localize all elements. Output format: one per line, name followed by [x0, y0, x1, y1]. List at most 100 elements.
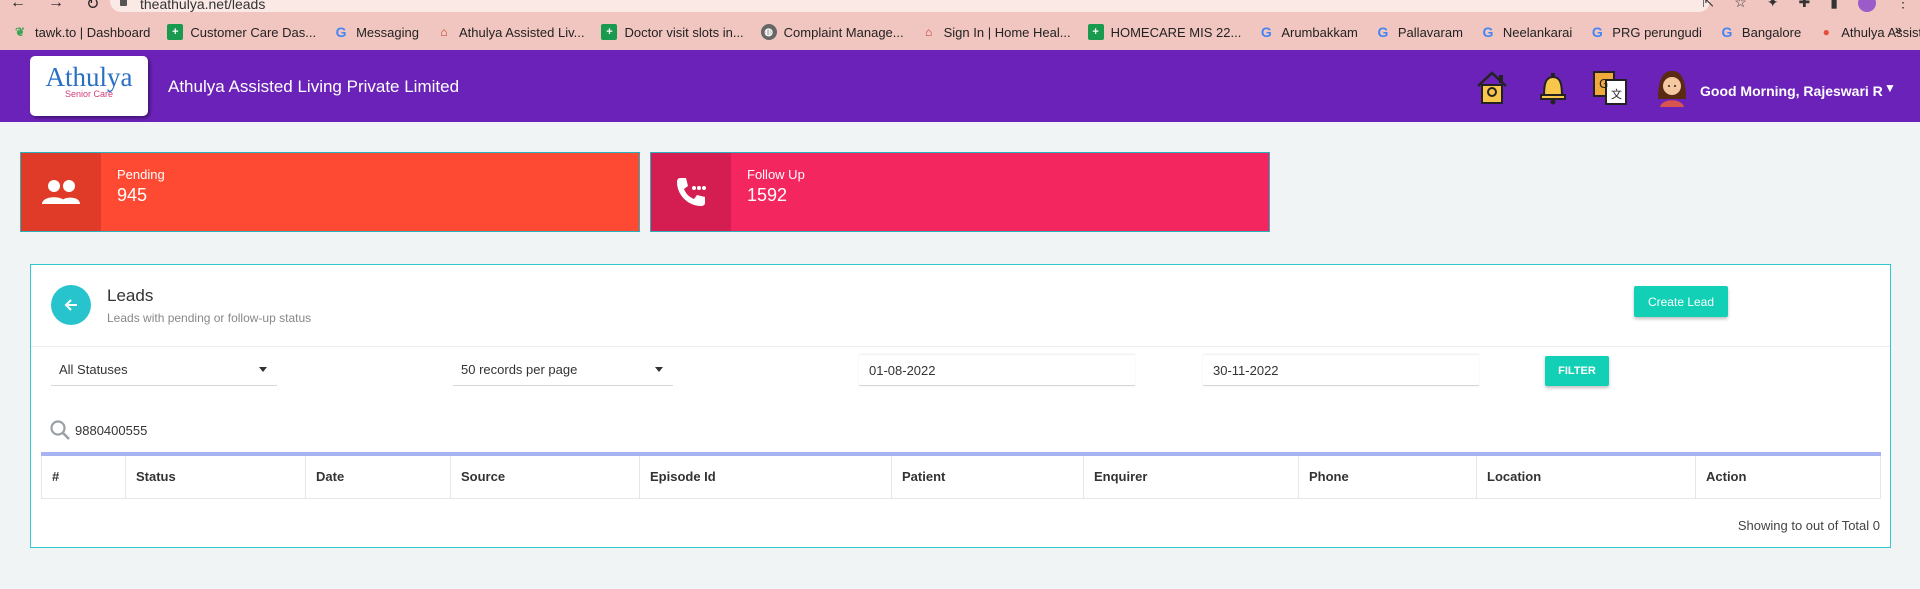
divider	[31, 346, 1890, 347]
column-header[interactable]: #	[41, 456, 126, 499]
page-subtitle: Leads with pending or follow-up status	[107, 311, 312, 325]
column-header[interactable]: Phone	[1298, 456, 1477, 499]
create-lead-button[interactable]: Create Lead	[1634, 286, 1728, 317]
column-header[interactable]: Source	[450, 456, 640, 499]
back-button[interactable]	[51, 285, 91, 325]
bookmark-item[interactable]: ❦ tawk.to | Dashboard	[12, 24, 150, 40]
bookmark-label: Customer Care Das...	[190, 24, 317, 40]
column-header[interactable]: Patient	[891, 456, 1084, 499]
sheets-icon: +	[167, 24, 184, 40]
home-care-icon[interactable]	[1474, 69, 1510, 107]
puzzle-icon[interactable]: ✚	[1799, 0, 1811, 12]
phone-icon	[651, 153, 731, 231]
avatar[interactable]	[1654, 69, 1690, 107]
page-title: Leads	[107, 286, 154, 305]
browser-actions: ⇱ ☆ ✦ ✚ ▮ ⋮	[1703, 0, 1910, 12]
house-icon: ⌂	[440, 25, 448, 39]
bookmark-item[interactable]: G Messaging	[333, 24, 419, 40]
bookmark-label: Neelankarai	[1502, 24, 1573, 40]
follow-up-label: Follow Up	[747, 167, 805, 182]
bookmark-item[interactable]: + HOMECARE MIS 22...	[1087, 24, 1241, 40]
leads-panel: Leads Leads with pending or follow-up st…	[30, 264, 1891, 548]
bookmark-label: Messaging	[356, 24, 419, 40]
search-input[interactable]: 9880400555	[75, 423, 147, 438]
translate-icon[interactable]: G 文	[1592, 69, 1628, 107]
house-icon: ⌂	[925, 25, 933, 39]
pagination-summary: Showing to out of Total 0	[1737, 518, 1880, 533]
google-icon: G	[1721, 24, 1733, 40]
follow-up-card[interactable]: Follow Up 1592	[650, 152, 1270, 232]
sidebar-icon[interactable]: ▮	[1830, 0, 1838, 12]
status-select[interactable]: All Statuses	[51, 354, 277, 386]
logo[interactable]: Athulya Senior Care	[30, 56, 148, 116]
svg-text:文: 文	[1611, 87, 1622, 101]
table-header-row: # Status Date Source Episode Id Patient …	[41, 456, 1881, 499]
column-header[interactable]: Enquirer	[1083, 456, 1299, 499]
bookmark-item[interactable]: G PRG perungudi	[1589, 24, 1702, 40]
arrow-left-icon	[64, 299, 77, 311]
bookmark-item[interactable]: + Doctor visit slots in...	[601, 24, 744, 40]
bookmarks-overflow-button[interactable]: »	[1895, 22, 1902, 37]
user-menu-caret-icon[interactable]: ▼	[1884, 81, 1896, 95]
map-pin-icon: ●	[1822, 25, 1830, 39]
records-per-page-select[interactable]: 50 records per page	[453, 354, 673, 386]
column-header[interactable]: Action	[1695, 456, 1881, 499]
share-icon[interactable]: ⇱	[1703, 0, 1715, 12]
google-icon: G	[1377, 24, 1389, 40]
bell-icon[interactable]	[1535, 69, 1571, 107]
menu-icon[interactable]: ⋮	[1896, 0, 1910, 12]
follow-up-value: 1592	[747, 185, 788, 205]
users-icon	[21, 153, 101, 231]
reload-icon[interactable]: ↻	[86, 0, 99, 14]
bookmark-item[interactable]: ● Athulya Assisted Liv...	[1818, 24, 1920, 40]
sheets-icon: +	[1087, 24, 1104, 40]
bookmark-item[interactable]: G Arumbakkam	[1258, 24, 1358, 40]
company-name: Athulya Assisted Living Private Limited	[168, 77, 460, 96]
bookmark-label: Athulya Assisted Liv...	[458, 24, 585, 40]
back-arrow-icon[interactable]: ←	[10, 0, 26, 14]
date-from-input[interactable]: 01-08-2022	[859, 354, 1135, 386]
column-header[interactable]: Location	[1476, 456, 1696, 499]
bookmark-item[interactable]: + Customer Care Das...	[167, 24, 316, 40]
caret-down-icon	[259, 367, 267, 372]
star-icon[interactable]: ☆	[1734, 0, 1747, 12]
pending-label: Pending	[117, 167, 165, 182]
filter-button[interactable]: FILTER	[1545, 356, 1609, 386]
column-header[interactable]: Status	[125, 456, 306, 499]
records-select-value: 50 records per page	[461, 362, 578, 377]
bookmark-label: PRG perungudi	[1612, 24, 1702, 40]
bookmark-item[interactable]: ◍ Complaint Manage...	[760, 24, 904, 40]
column-header[interactable]: Episode Id	[639, 456, 892, 499]
svg-text:G: G	[1599, 77, 1608, 91]
status-select-value: All Statuses	[59, 362, 128, 377]
greeting-text[interactable]: Good Morning, Rajeswari R	[1700, 83, 1883, 99]
bookmark-label: Complaint Manage...	[783, 24, 904, 40]
google-icon: G	[1482, 24, 1494, 40]
bookmark-item[interactable]: ⌂ Athulya Assisted Liv...	[436, 24, 585, 40]
search-box[interactable]: 9880400555	[49, 419, 147, 441]
profile-avatar[interactable]	[1858, 0, 1876, 12]
leaf-icon: ❦	[14, 25, 26, 39]
column-header[interactable]: Date	[305, 456, 451, 499]
date-to-input[interactable]: 30-11-2022	[1203, 354, 1479, 386]
address-bar[interactable]	[110, 0, 1710, 12]
bookmark-item[interactable]: G Pallavaram	[1375, 24, 1463, 40]
globe-icon: ◍	[760, 24, 777, 40]
search-icon	[50, 420, 70, 440]
extension-icon[interactable]: ✦	[1767, 0, 1779, 12]
bookmark-label: tawk.to | Dashboard	[35, 24, 151, 40]
bookmark-label: Sign In | Home Heal...	[943, 24, 1071, 40]
bookmark-label: Athulya Assisted Liv...	[1841, 24, 1920, 40]
google-icon: G	[1260, 24, 1272, 40]
bookmark-label: Doctor visit slots in...	[624, 24, 744, 40]
pending-value: 945	[117, 185, 148, 205]
bookmark-item[interactable]: G Bangalore	[1719, 24, 1801, 40]
bookmark-label: Pallavaram	[1397, 24, 1463, 40]
bookmark-item[interactable]: ⌂ Sign In | Home Heal...	[921, 24, 1071, 40]
url-text[interactable]: theathulya.net/leads	[140, 0, 265, 12]
pending-card[interactable]: Pending 945	[20, 152, 640, 232]
bookmark-label: Arumbakkam	[1281, 24, 1358, 40]
forward-arrow-icon[interactable]: →	[48, 0, 64, 14]
app-header: Athulya Senior Care Athulya Assisted Liv…	[0, 50, 1920, 122]
bookmark-item[interactable]: G Neelankarai	[1480, 24, 1572, 40]
